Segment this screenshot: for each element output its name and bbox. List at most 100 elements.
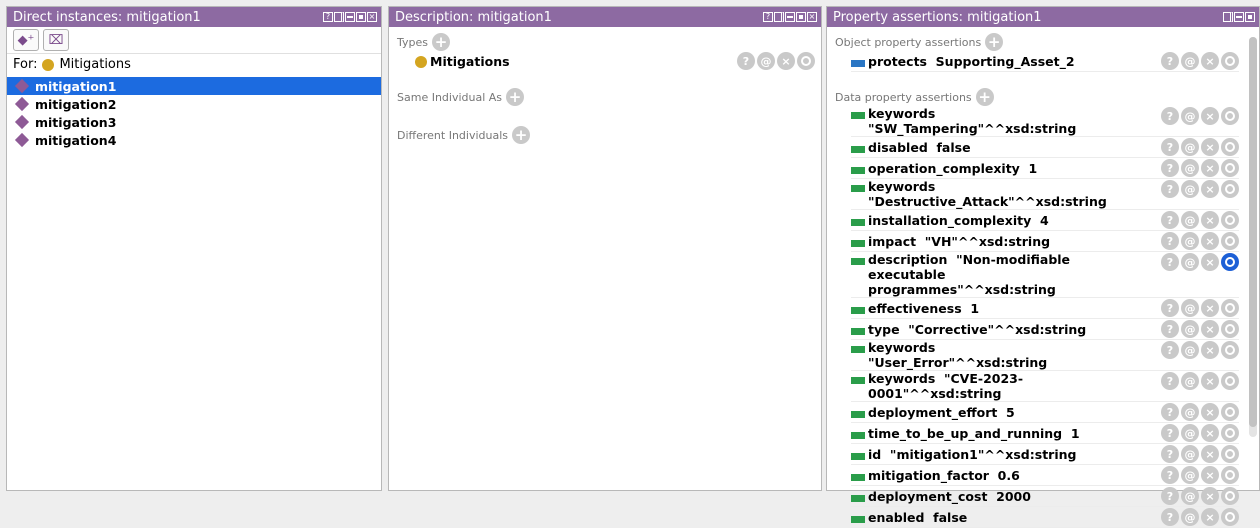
- edit-icon[interactable]: [1221, 372, 1239, 390]
- help-view-icon[interactable]: ?: [323, 12, 333, 22]
- edit-icon[interactable]: [1221, 211, 1239, 229]
- edit-icon[interactable]: [1221, 299, 1239, 317]
- property-assertion-row[interactable]: type "Corrective"^^xsd:string? @ ×: [851, 319, 1239, 340]
- delete-icon[interactable]: ×: [1201, 508, 1219, 526]
- help-icon[interactable]: ?: [737, 52, 755, 70]
- help-icon[interactable]: ?: [1161, 508, 1179, 526]
- edit-icon[interactable]: [1221, 52, 1239, 70]
- delete-icon[interactable]: ×: [1201, 487, 1219, 505]
- annotation-icon[interactable]: @: [1181, 320, 1199, 338]
- minimize-view-icon[interactable]: [1234, 12, 1244, 22]
- delete-icon[interactable]: ×: [1201, 372, 1219, 390]
- property-assertion-row[interactable]: mitigation_factor 0.6? @ ×: [851, 465, 1239, 486]
- property-assertion-row[interactable]: effectiveness 1? @ ×: [851, 298, 1239, 319]
- help-icon[interactable]: ?: [1161, 403, 1179, 421]
- delete-icon[interactable]: ×: [1201, 211, 1219, 229]
- annotation-icon[interactable]: @: [1181, 52, 1199, 70]
- help-icon[interactable]: ?: [1161, 320, 1179, 338]
- delete-icon[interactable]: ×: [1201, 445, 1219, 463]
- property-assertion-row[interactable]: operation_complexity 1? @ ×: [851, 158, 1239, 179]
- delete-icon[interactable]: ×: [1201, 107, 1219, 125]
- delete-icon[interactable]: ×: [777, 52, 795, 70]
- edit-icon[interactable]: [1221, 487, 1239, 505]
- delete-icon[interactable]: ×: [1201, 253, 1219, 271]
- delete-icon[interactable]: ×: [1201, 232, 1219, 250]
- maximize-view-icon[interactable]: [1245, 12, 1255, 22]
- add-individual-icon[interactable]: ◆⁺: [13, 29, 39, 51]
- property-assertion-row[interactable]: keywords "CVE-2023-0001"^^xsd:string? @ ×: [851, 371, 1239, 402]
- annotation-icon[interactable]: @: [1181, 211, 1199, 229]
- edit-icon[interactable]: [1221, 180, 1239, 198]
- minimize-view-icon[interactable]: [345, 12, 355, 22]
- add-data-property-plus-icon[interactable]: +: [975, 88, 994, 106]
- close-view-icon[interactable]: ×: [367, 12, 377, 22]
- delete-icon[interactable]: ×: [1201, 180, 1219, 198]
- add-object-property-plus-icon[interactable]: +: [985, 33, 1004, 51]
- property-assertion-row[interactable]: installation_complexity 4? @ ×: [851, 210, 1239, 231]
- annotation-icon[interactable]: @: [1181, 253, 1199, 271]
- edit-icon[interactable]: [1221, 138, 1239, 156]
- help-icon[interactable]: ?: [1161, 232, 1179, 250]
- property-assertion-row[interactable]: keywords "Destructive_Attack"^^xsd:strin…: [851, 179, 1239, 210]
- annotation-icon[interactable]: @: [1181, 138, 1199, 156]
- edit-icon[interactable]: [797, 52, 815, 70]
- annotation-icon[interactable]: @: [1181, 159, 1199, 177]
- help-icon[interactable]: ?: [1161, 372, 1179, 390]
- edit-icon[interactable]: [1221, 253, 1239, 271]
- help-icon[interactable]: ?: [1161, 253, 1179, 271]
- annotation-icon[interactable]: @: [1181, 424, 1199, 442]
- help-view-icon[interactable]: ?: [763, 12, 773, 22]
- edit-icon[interactable]: [1221, 403, 1239, 421]
- list-item[interactable]: mitigation2: [7, 95, 381, 113]
- property-assertion-row[interactable]: description "Non-modifiable executable p…: [851, 252, 1239, 298]
- help-icon[interactable]: ?: [1161, 180, 1179, 198]
- delete-icon[interactable]: ×: [1201, 299, 1219, 317]
- list-item[interactable]: mitigation4: [7, 131, 381, 149]
- delete-icon[interactable]: ×: [1201, 403, 1219, 421]
- help-icon[interactable]: ?: [1161, 299, 1179, 317]
- minimize-view-icon[interactable]: [785, 12, 795, 22]
- property-assertion-row[interactable]: id "mitigation1"^^xsd:string? @ ×: [851, 444, 1239, 465]
- help-icon[interactable]: ?: [1161, 138, 1179, 156]
- vertical-scrollbar[interactable]: [1249, 37, 1257, 437]
- property-assertion-row[interactable]: deployment_effort 5? @ ×: [851, 402, 1239, 423]
- maximize-view-icon[interactable]: [356, 12, 366, 22]
- edit-icon[interactable]: [1221, 445, 1239, 463]
- annotation-icon[interactable]: @: [1181, 180, 1199, 198]
- delete-icon[interactable]: ×: [1201, 159, 1219, 177]
- property-assertion-row[interactable]: keywords "User_Error"^^xsd:string? @ ×: [851, 340, 1239, 371]
- annotation-icon[interactable]: @: [1181, 403, 1199, 421]
- split-view-icon[interactable]: [774, 12, 784, 22]
- add-different-individual-plus-icon[interactable]: +: [512, 126, 531, 144]
- help-icon[interactable]: ?: [1161, 424, 1179, 442]
- add-same-individual-plus-icon[interactable]: +: [506, 88, 525, 106]
- list-item[interactable]: mitigation3: [7, 113, 381, 131]
- edit-icon[interactable]: [1221, 107, 1239, 125]
- annotation-icon[interactable]: @: [1181, 232, 1199, 250]
- list-item[interactable]: mitigation1: [7, 77, 381, 95]
- delete-icon[interactable]: ×: [1201, 52, 1219, 70]
- property-assertion-row[interactable]: impact "VH"^^xsd:string? @ ×: [851, 231, 1239, 252]
- annotation-icon[interactable]: @: [1181, 508, 1199, 526]
- scrollbar-thumb[interactable]: [1249, 37, 1257, 427]
- edit-icon[interactable]: [1221, 341, 1239, 359]
- edit-icon[interactable]: [1221, 424, 1239, 442]
- edit-icon[interactable]: [1221, 466, 1239, 484]
- property-assertion-row[interactable]: time_to_be_up_and_running 1? @ ×: [851, 423, 1239, 444]
- help-icon[interactable]: ?: [1161, 52, 1179, 70]
- property-assertion-row[interactable]: disabled false? @ ×: [851, 137, 1239, 158]
- close-view-icon[interactable]: ×: [807, 12, 817, 22]
- annotation-icon[interactable]: @: [1181, 341, 1199, 359]
- property-assertion-row[interactable]: enabled false? @ ×: [851, 507, 1239, 528]
- delete-icon[interactable]: ×: [1201, 138, 1219, 156]
- delete-icon[interactable]: ×: [1201, 424, 1219, 442]
- add-type-plus-icon[interactable]: +: [432, 33, 450, 51]
- annotation-icon[interactable]: @: [1181, 299, 1199, 317]
- property-assertion-row[interactable]: protects Supporting_Asset_2? @ ×: [851, 51, 1239, 72]
- annotation-icon[interactable]: @: [1181, 372, 1199, 390]
- edit-icon[interactable]: [1221, 320, 1239, 338]
- help-icon[interactable]: ?: [1161, 487, 1179, 505]
- delete-icon[interactable]: ×: [1201, 466, 1219, 484]
- property-assertion-row[interactable]: deployment_cost 2000? @ ×: [851, 486, 1239, 507]
- help-icon[interactable]: ?: [1161, 159, 1179, 177]
